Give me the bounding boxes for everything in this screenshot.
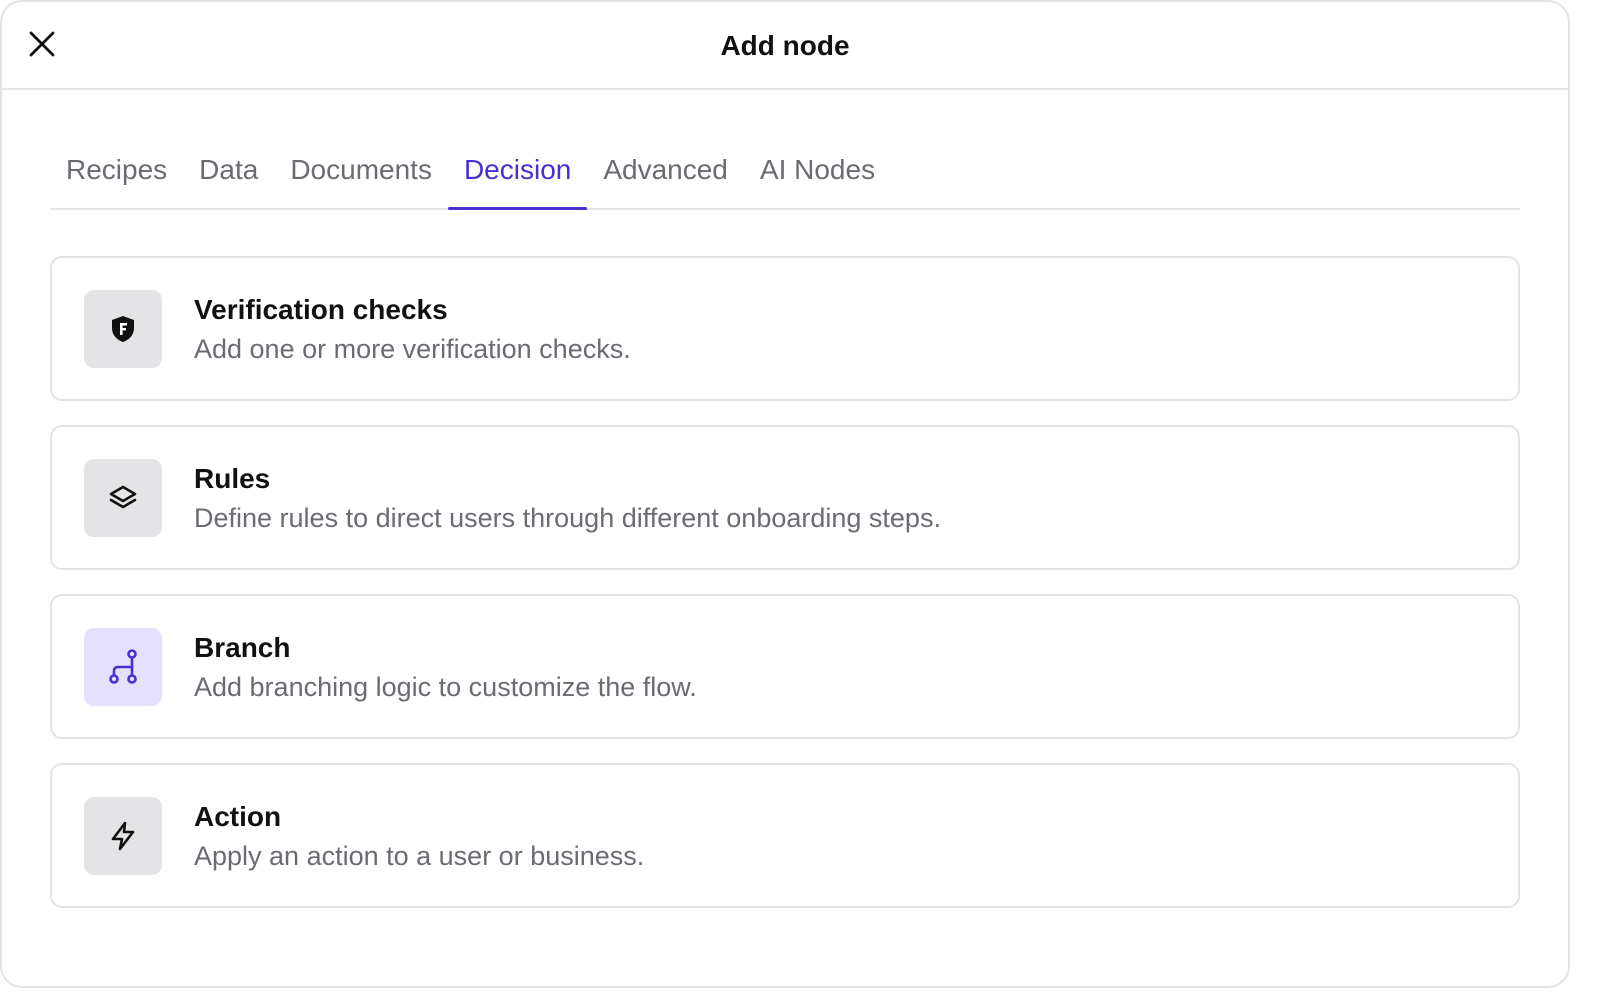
node-card-action[interactable]: Action Apply an action to a user or busi… <box>50 763 1520 908</box>
node-description: Add one or more verification checks. <box>194 334 631 364</box>
node-list: Verification checks Add one or more veri… <box>50 256 1520 932</box>
tab-data[interactable]: Data <box>183 132 274 208</box>
tab-ai-nodes[interactable]: AI Nodes <box>744 132 891 208</box>
modal-header: Add node <box>2 2 1568 90</box>
lightning-icon <box>111 821 135 851</box>
tab-bar: Recipes Data Documents Decision Advanced… <box>50 132 1520 210</box>
node-description: Define rules to direct users through dif… <box>194 503 941 533</box>
tab-documents[interactable]: Documents <box>274 132 448 208</box>
node-icon-box <box>84 797 162 875</box>
node-card-branch[interactable]: Branch Add branching logic to customize … <box>50 594 1520 739</box>
branch-icon <box>109 649 137 684</box>
shield-f-icon <box>112 316 134 342</box>
node-description: Add branching logic to customize the flo… <box>194 672 697 702</box>
tab-recipes[interactable]: Recipes <box>50 132 183 208</box>
node-icon-box <box>84 628 162 706</box>
node-title: Action <box>194 801 282 832</box>
add-node-modal: Add node Recipes Data Documents Decision… <box>0 0 1570 988</box>
node-icon-box <box>84 459 162 537</box>
node-description: Apply an action to a user or business. <box>194 841 645 871</box>
layers-icon <box>109 485 137 509</box>
node-card-rules[interactable]: Rules Define rules to direct users throu… <box>50 425 1520 570</box>
tab-decision[interactable]: Decision <box>447 132 588 210</box>
node-card-verification-checks[interactable]: Verification checks Add one or more veri… <box>50 256 1520 401</box>
modal-title: Add node <box>720 30 850 61</box>
node-title: Branch <box>194 632 291 663</box>
tab-advanced[interactable]: Advanced <box>587 132 744 208</box>
node-title: Verification checks <box>194 294 448 325</box>
node-title: Rules <box>194 463 271 494</box>
node-icon-box <box>84 290 162 368</box>
